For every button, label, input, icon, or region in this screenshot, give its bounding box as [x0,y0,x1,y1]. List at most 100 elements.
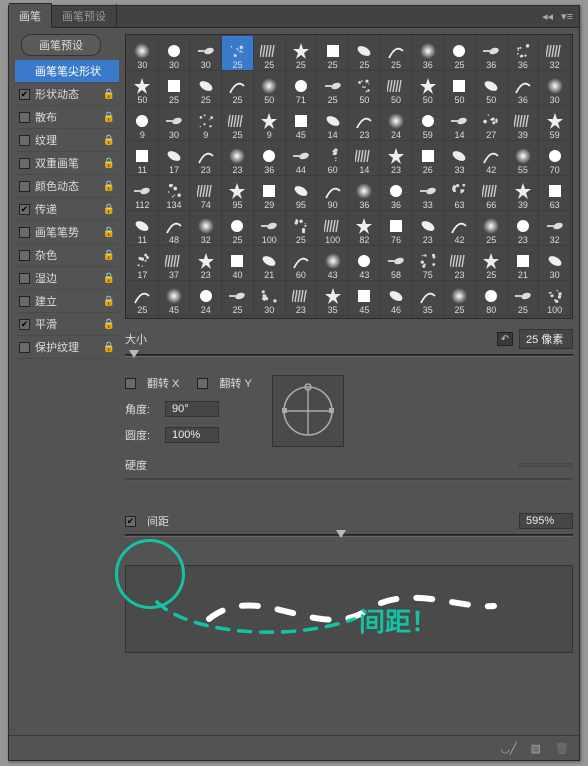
brush-swatch[interactable]: 14 [444,106,476,141]
sidebar-checkbox[interactable] [19,112,30,123]
brush-swatch[interactable]: 26 [412,141,444,176]
sidebar-item-2[interactable]: 散布🔒 [15,106,119,129]
brush-swatch[interactable]: 58 [381,246,413,281]
brush-swatch[interactable]: 59 [539,106,571,141]
brush-swatch[interactable]: 25 [127,281,159,316]
lock-icon[interactable]: 🔒 [103,319,115,330]
tab-brush-preset[interactable]: 画笔预设 [52,4,117,27]
brush-swatch[interactable]: 23 [444,246,476,281]
brush-swatch[interactable]: 25 [286,211,318,246]
lock-icon[interactable]: 🔒 [103,250,115,261]
brush-swatch[interactable]: 40 [222,246,254,281]
brush-swatch[interactable]: 55 [508,141,540,176]
sidebar-checkbox[interactable] [19,135,30,146]
lock-icon[interactable]: 🔒 [103,342,115,353]
brush-swatch[interactable]: 43 [349,246,381,281]
sidebar-checkbox[interactable] [19,204,30,215]
brush-swatch[interactable]: 25 [222,316,254,319]
sidebar-item-5[interactable]: 颜色动态🔒 [15,175,119,198]
brush-swatch[interactable]: 35 [412,281,444,316]
brush-swatch[interactable]: 25 [476,211,508,246]
brush-swatch[interactable]: 23 [190,246,222,281]
brush-swatch[interactable]: 25 [508,281,540,316]
brush-swatch[interactable]: 24 [190,281,222,316]
brush-swatch[interactable]: 100 [254,211,286,246]
brush-swatch[interactable]: 21 [508,246,540,281]
brush-swatch[interactable]: 25 [254,36,286,71]
brush-swatch[interactable]: 43 [317,246,349,281]
brush-swatch[interactable]: 25 [222,106,254,141]
brush-swatch[interactable]: 63 [539,176,571,211]
brush-swatch[interactable]: 48 [159,211,191,246]
brush-swatch[interactable]: 25 [159,71,191,106]
brush-swatch[interactable]: 32 [539,36,571,71]
sidebar-checkbox[interactable] [19,181,30,192]
brush-swatch[interactable]: 50 [349,71,381,106]
sidebar-checkbox[interactable] [19,342,30,353]
brush-swatch[interactable]: 35 [317,281,349,316]
sidebar-item-0[interactable]: 画笔笔尖形状 [15,60,119,83]
reset-size-icon[interactable]: ↶ [497,332,513,346]
lock-icon[interactable]: 🔒 [103,204,115,215]
size-input[interactable]: 25 像素 [519,329,573,349]
menu-icon[interactable]: ▾≡ [561,10,573,23]
brush-swatch[interactable]: 134 [159,176,191,211]
lock-icon[interactable]: 🔒 [103,181,115,192]
brush-swatch[interactable]: 75 [412,246,444,281]
brush-swatch[interactable]: 112 [127,176,159,211]
lock-icon[interactable]: 🔒 [103,135,115,146]
sidebar-item-4[interactable]: 双重画笔🔒 [15,152,119,175]
brush-swatch[interactable]: 95 [222,176,254,211]
brush-swatch[interactable]: 30 [127,36,159,71]
brush-swatch[interactable]: 45 [349,281,381,316]
brush-swatch[interactable]: 25 [254,316,286,319]
brush-swatch[interactable]: 37 [159,246,191,281]
brush-swatch[interactable]: 14 [349,141,381,176]
brush-swatch[interactable]: 25 [476,246,508,281]
brush-swatch[interactable]: 44 [286,141,318,176]
brush-swatch[interactable]: 100 [539,281,571,316]
brush-swatch[interactable]: 30 [159,36,191,71]
brush-swatch[interactable]: 23 [222,141,254,176]
brush-swatch[interactable]: 25 [286,36,318,71]
brush-swatch[interactable]: 39 [508,106,540,141]
brush-swatch[interactable]: 95 [286,176,318,211]
brush-swatch[interactable]: 32 [539,211,571,246]
brush-swatch[interactable]: 50 [476,71,508,106]
brush-swatch[interactable]: 50 [412,71,444,106]
sidebar-item-1[interactable]: 形状动态🔒 [15,83,119,106]
brush-swatch[interactable]: 45 [286,106,318,141]
lock-icon[interactable]: 🔒 [103,273,115,284]
flip-y-checkbox[interactable] [197,378,208,389]
brush-swatch[interactable]: 9 [254,106,286,141]
brush-swatch[interactable]: 36 [254,141,286,176]
trash-icon[interactable]: 🗑 [555,742,569,755]
brush-swatch[interactable]: 11 [127,211,159,246]
brush-swatch[interactable]: 60 [317,141,349,176]
toggle-icon[interactable]: ◡╱ [500,742,516,755]
sidebar-item-11[interactable]: 平滑🔒 [15,313,119,336]
brush-swatch[interactable]: 24 [381,106,413,141]
brush-swatch[interactable]: 74 [190,176,222,211]
roundness-input[interactable]: 100% [165,427,219,443]
brush-swatch[interactable]: 70 [539,141,571,176]
brush-swatch[interactable]: 50 [444,71,476,106]
lock-icon[interactable]: 🔒 [103,296,115,307]
brush-swatch[interactable]: 9 [127,106,159,141]
collapse-icon[interactable]: ◂◂ [542,10,553,23]
brush-swatch[interactable]: 25 [444,36,476,71]
brush-swatch[interactable]: 33 [412,176,444,211]
brush-swatch[interactable]: 50 [381,71,413,106]
lock-icon[interactable]: 🔒 [103,112,115,123]
angle-input[interactable]: 90° [165,401,219,417]
spacing-slider[interactable] [125,531,573,541]
lock-icon[interactable]: 🔒 [103,158,115,169]
sidebar-item-3[interactable]: 纹理🔒 [15,129,119,152]
brush-swatch[interactable]: 50 [254,71,286,106]
brush-swatch[interactable]: 11 [127,141,159,176]
brush-swatch[interactable]: 27 [476,106,508,141]
brush-swatch[interactable]: 9 [190,106,222,141]
brush-swatch[interactable]: 66 [476,176,508,211]
brush-swatch[interactable]: 36 [508,71,540,106]
brush-swatch[interactable]: 45 [159,281,191,316]
